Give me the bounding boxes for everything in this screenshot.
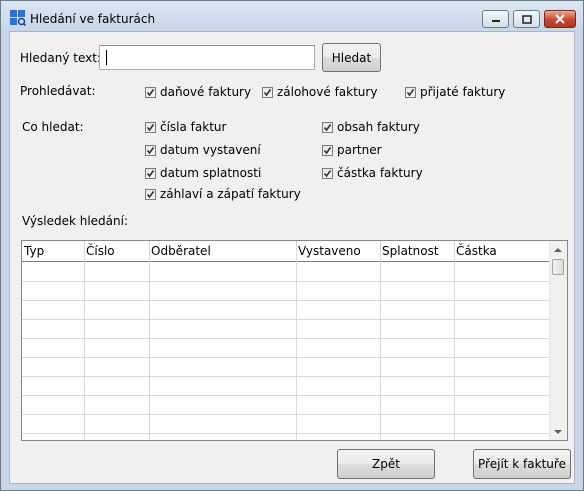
text-caret (106, 50, 107, 65)
checkbox-label: přijaté faktury (420, 85, 506, 99)
checkbox-box[interactable] (145, 144, 156, 156)
checkmark-icon (323, 123, 332, 131)
column-divider (84, 241, 85, 440)
checkbox-box[interactable] (145, 167, 156, 179)
checkbox-danove-faktury[interactable]: daňové faktury (145, 85, 251, 99)
checkbox-zalohove-faktury[interactable]: zálohové faktury (262, 85, 377, 99)
fields-label: Co hledat: (22, 120, 84, 134)
go-to-invoice-button[interactable]: Přejít k faktuře (473, 449, 571, 479)
checkbox-label: zálohové faktury (277, 85, 378, 99)
column-divider (296, 241, 297, 440)
scope-label: Prohledávat: (20, 84, 96, 98)
windows-app-icon (10, 10, 26, 26)
maximize-icon (521, 14, 532, 24)
checkbox-datum-vystaveni[interactable]: datum vystavení (145, 143, 261, 157)
checkbox-datum-splatnosti[interactable]: datum splatnosti (145, 166, 261, 180)
row-divider (22, 395, 550, 396)
checkbox-box[interactable] (145, 86, 156, 98)
row-divider (22, 319, 550, 320)
row-divider (22, 433, 550, 434)
search-input[interactable] (99, 45, 315, 70)
results-label: Výsledek hledání: (22, 214, 128, 228)
row-divider (22, 376, 550, 377)
checkbox-label: datum vystavení (160, 143, 261, 157)
checkbox-box[interactable] (322, 167, 333, 179)
table-header: Typ Číslo Odběratel Vystaveno Splatnost … (22, 241, 550, 262)
checkmark-icon (263, 88, 272, 96)
checkbox-label: částka faktury (337, 166, 423, 180)
row-divider (22, 300, 550, 301)
checkbox-box[interactable] (405, 86, 416, 98)
checkbox-label: partner (337, 143, 382, 157)
search-button[interactable]: Hledat (322, 43, 381, 72)
column-header[interactable]: Částka (456, 244, 497, 258)
checkbox-label: datum splatnosti (160, 166, 262, 180)
checkbox-prijate-faktury[interactable]: přijaté faktury (405, 85, 505, 99)
checkbox-label: záhlaví a zápatí faktury (160, 187, 301, 201)
checkbox-cisla-faktur[interactable]: čísla faktur (145, 120, 226, 134)
checkbox-box[interactable] (145, 121, 156, 133)
back-button[interactable]: Zpět (337, 449, 435, 479)
main-window: Hledání ve fakturách Hledaný text: Hleda… (0, 0, 584, 491)
column-header[interactable]: Splatnost (382, 244, 439, 258)
checkbox-obsah-faktury[interactable]: obsah faktury (322, 120, 420, 134)
column-divider (149, 241, 150, 440)
vertical-scrollbar[interactable] (549, 241, 567, 440)
title-bar[interactable]: Hledání ve fakturách (1, 1, 583, 31)
column-divider (454, 241, 455, 440)
row-divider (22, 357, 550, 358)
checkmark-icon (146, 190, 155, 198)
checkbox-label: čísla faktur (160, 120, 227, 134)
checkbox-box[interactable] (322, 144, 333, 156)
checkmark-icon (146, 123, 155, 131)
column-header[interactable]: Číslo (86, 244, 115, 258)
checkbox-partner[interactable]: partner (322, 143, 382, 157)
checkbox-box[interactable] (262, 86, 273, 98)
row-divider (22, 281, 550, 282)
scroll-thumb[interactable] (552, 259, 564, 275)
checkmark-icon (323, 169, 332, 177)
window-title: Hledání ve fakturách (30, 12, 156, 26)
checkbox-zahlavi-zapati[interactable]: záhlaví a zápatí faktury (145, 187, 301, 201)
scroll-up-icon[interactable] (554, 248, 562, 252)
results-table[interactable]: Typ Číslo Odběratel Vystaveno Splatnost … (21, 240, 568, 441)
checkmark-icon (146, 169, 155, 177)
row-divider (22, 338, 550, 339)
column-header[interactable]: Vystaveno (298, 244, 361, 258)
checkbox-box[interactable] (145, 188, 156, 200)
close-button[interactable] (544, 10, 576, 28)
checkmark-icon (406, 88, 415, 96)
row-divider (22, 414, 550, 415)
scroll-down-icon[interactable] (554, 430, 562, 434)
minimize-icon (491, 20, 500, 22)
dialog-client-area: Hledaný text: Hledat Prohledávat: daňové… (9, 31, 575, 484)
maximize-button[interactable] (513, 10, 540, 28)
minimize-button[interactable] (482, 10, 509, 28)
column-header[interactable]: Typ (24, 244, 44, 258)
checkmark-icon (323, 146, 332, 154)
checkbox-box[interactable] (322, 121, 333, 133)
checkmark-icon (146, 146, 155, 154)
checkbox-label: obsah faktury (337, 120, 420, 134)
checkbox-castka-faktury[interactable]: částka faktury (322, 166, 423, 180)
checkmark-icon (146, 88, 155, 96)
checkbox-label: daňové faktury (160, 85, 252, 99)
column-header[interactable]: Odběratel (151, 244, 211, 258)
search-label: Hledaný text: (20, 51, 101, 65)
column-divider (380, 241, 381, 440)
close-icon (555, 14, 565, 24)
